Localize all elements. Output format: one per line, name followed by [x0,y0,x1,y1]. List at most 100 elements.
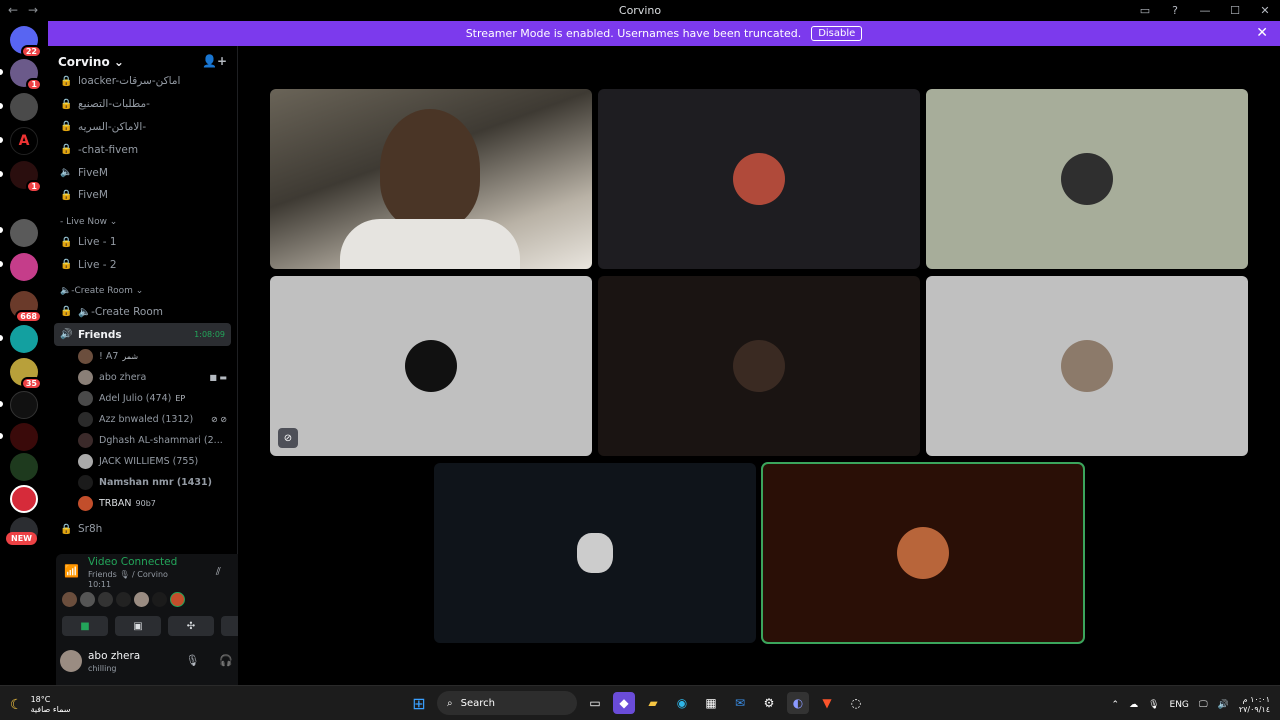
server-icon[interactable]: 1 [10,161,42,193]
task-view-icon[interactable]: ▭ [584,692,606,714]
guild-header[interactable]: Corvino ⌄ 👤+ [48,46,237,78]
mention-badge: 35 [20,377,42,390]
voice-channel-path[interactable]: Friends 🎙 / Corvino [88,570,168,579]
server-icon[interactable]: A [10,127,38,155]
lock-icon: 🔒 [60,98,73,110]
voice-status: Video Connected [88,556,178,568]
lock-icon: 🔒 [60,236,73,248]
store-icon[interactable]: ▦ [700,692,722,714]
avatar [78,453,93,469]
system-tray: ⌃ ☁ 🎙 ENG 🖵 🔊 ١٠:٠١ م ٢٧/٠٩/١٤ [1112,695,1270,715]
avatar[interactable] [62,592,77,607]
maximize-button[interactable]: ☐ [1220,4,1250,17]
category-create-room[interactable]: 🔈-Create Room ⌄ [48,282,237,300]
voice-member[interactable]: abo zhera ■ ▬ [48,367,237,388]
lock-icon: 🔒 [60,259,73,271]
server-icon[interactable] [10,423,38,451]
voice-channel-friends[interactable]: 🔊 Friends 1:08:09 [54,323,231,346]
home-icon[interactable]: 22 [10,26,42,58]
avatar[interactable] [80,592,95,607]
lock-icon: 🔒 [60,306,73,318]
screen-share-button[interactable]: ▣ [115,616,161,636]
file-explorer-icon[interactable]: ▰ [642,692,664,714]
user-name[interactable]: abo zhera [88,650,140,662]
server-icon[interactable] [10,253,38,281]
channel-item[interactable]: 🔒 Live - 1 [48,231,237,254]
video-tile-user[interactable]: ⊘ [270,276,592,456]
taskbar-apps: ⊞ ⌕ Search ▭ ◆ ▰ ◉ ▦ ✉ ⚙ ◐ ▼ ◌ [408,691,867,715]
help-icon[interactable]: ? [1160,4,1190,17]
voice-member[interactable]: TRBAN 90b7 [48,493,237,514]
channel-item[interactable]: 🔒 مطلبات-التصنيع- [48,93,237,116]
server-icon[interactable]: 1 [10,59,42,91]
video-tile-user[interactable] [598,89,920,269]
server-icon[interactable]: 668 [10,291,42,323]
voice-member[interactable]: Adel Julio (474) EP [48,388,237,409]
minimize-button[interactable]: — [1190,4,1220,17]
server-icon[interactable] [10,391,38,419]
clock[interactable]: ١٠:٠١ م ٢٧/٠٩/١٤ [1239,695,1270,715]
disable-button[interactable]: Disable [811,26,863,41]
server-icon[interactable] [10,93,38,121]
channel-item[interactable]: 🔒 🔈-Create Room [48,300,237,323]
avatar [78,390,93,406]
brave-icon[interactable]: ▼ [816,692,838,714]
avatar[interactable] [170,592,185,607]
cloud-icon[interactable]: ☁ [1129,700,1138,710]
voice-member[interactable]: Dghash AL-shammari (2... [48,430,237,451]
mail-icon[interactable]: ✉ [729,692,751,714]
channel-item[interactable]: 🔒 -chat-fivem [48,138,237,161]
server-icon[interactable] [10,325,38,353]
weather-widget[interactable]: ☾ 18°C سماء صافية [10,695,70,715]
add-member-icon[interactable]: 👤+ [202,54,227,68]
avatar [897,527,949,579]
server-icon[interactable] [10,453,38,481]
channel-item[interactable]: 🔈 FiveM [48,161,237,184]
steam-icon[interactable]: ⚙ [758,692,780,714]
inbox-icon[interactable]: ▭ [1130,4,1160,17]
language-indicator[interactable]: ENG [1170,700,1189,710]
server-icon[interactable] [10,485,38,513]
activities-button[interactable]: ✣ [168,616,214,636]
voice-member[interactable]: ! A7 شمر [48,346,237,367]
video-tile-user[interactable] [598,276,920,456]
video-tile-user[interactable] [926,276,1248,456]
voice-member[interactable]: Namshan nmr (1431) [48,472,237,493]
channel-item[interactable]: 🔒 الاماكن-السريه- [48,116,237,139]
discord-icon[interactable]: ◐ [787,692,809,714]
channel-item[interactable]: 🔒 Live - 2 [48,254,237,277]
mic-icon[interactable]: 🎙 [1148,700,1159,710]
camera-button[interactable]: ■ [62,616,108,636]
chevron-up-icon[interactable]: ⌃ [1112,700,1120,710]
avatar[interactable] [134,592,149,607]
video-tile-user[interactable] [434,463,756,643]
start-icon[interactable]: ⊞ [408,692,430,714]
app-icon[interactable]: ◌ [845,692,867,714]
server-icon[interactable] [10,219,38,247]
category-live-now[interactable]: - Live Now ⌄ [48,213,237,231]
volume-icon[interactable]: 🔊 [1218,700,1229,710]
video-tile-camera[interactable] [270,89,592,269]
close-icon[interactable]: ✕ [1256,25,1268,41]
deafened-icon: ⊘ ⊘ [211,414,227,424]
avatar [78,495,93,511]
avatar[interactable] [98,592,113,607]
network-icon[interactable]: 🖵 [1199,700,1208,710]
search-box[interactable]: ⌕ Search [437,691,577,715]
channel-item[interactable]: 🔒 Sr8h [48,518,237,541]
voice-member[interactable]: JACK WILLIEMS (755) [48,451,237,472]
voice-member[interactable]: Azz bnwaled (1312) ⊘ ⊘ [48,409,237,430]
avatar[interactable] [116,592,131,607]
video-tile-user-speaking[interactable] [761,462,1085,644]
channel-item[interactable]: 🔒 FiveM [48,184,237,207]
signal-icon[interactable]: 📶 [64,564,79,578]
avatar[interactable] [152,592,167,607]
copilot-icon[interactable]: ◆ [613,692,635,714]
avatar [1061,153,1113,205]
edge-icon[interactable]: ◉ [671,692,693,714]
server-icon[interactable]: 35 [10,358,42,390]
avatar[interactable] [60,650,82,672]
close-button[interactable]: ✕ [1250,4,1280,17]
channel-sidebar: Corvino ⌄ 👤+ 🔒 loacker-اماكن-سرقات 🔒 مطلبا… [48,46,280,690]
video-tile-user[interactable] [926,89,1248,269]
